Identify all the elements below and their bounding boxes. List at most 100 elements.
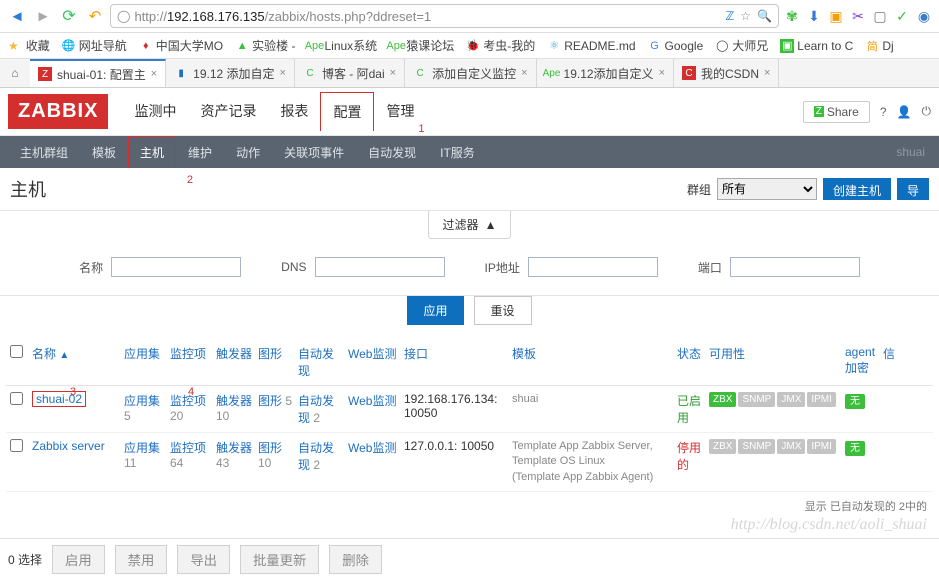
bulk-delete[interactable]: 删除 <box>329 545 382 574</box>
sm-hostgroups[interactable]: 主机群组 <box>8 136 80 169</box>
filter-toggle[interactable]: 过滤器▲ <box>428 211 512 239</box>
bm-github[interactable]: ◯大师兄 <box>715 37 768 54</box>
graph-link[interactable]: 图形 <box>258 394 282 408</box>
csdn-icon: C <box>682 66 696 80</box>
ext1-icon[interactable]: ✓ <box>893 7 911 25</box>
web-link[interactable]: Web监测 <box>346 439 402 456</box>
c-icon: C <box>413 66 427 80</box>
csdn-icon[interactable]: ℤ <box>725 9 734 23</box>
zabbix-header: ZABBIX 监测中 资产记录 报表 配置 管理1 ZShare ? 👤 ⏻ <box>0 88 939 136</box>
bookmarks-fav[interactable]: ★收藏 <box>8 37 50 54</box>
select-all-checkbox[interactable] <box>10 345 23 358</box>
sm-templates[interactable]: 模板 <box>80 136 128 169</box>
filter-port-input[interactable] <box>730 257 860 277</box>
tmpl-link[interactable]: Template App Zabbix Server, Template OS … <box>510 439 675 485</box>
close-icon[interactable]: × <box>764 67 770 79</box>
shelf-icon[interactable]: ▣ <box>827 7 845 25</box>
back-button[interactable]: ◄ <box>6 5 28 27</box>
doc-icon: ▮ <box>174 66 188 80</box>
create-host-button[interactable]: 创建主机 <box>823 178 891 200</box>
close-icon[interactable]: × <box>390 67 396 79</box>
bm-forum[interactable]: Ape猿课论坛 <box>389 37 454 54</box>
scissors-icon[interactable]: ✂ <box>849 7 867 25</box>
group-select[interactable]: 所有 <box>717 178 817 200</box>
app-link[interactable]: 应用集 <box>124 441 160 455</box>
url-bar[interactable]: ◯ http://192.168.176.135/zabbix/hosts.ph… <box>110 4 779 28</box>
sm-discovery[interactable]: 自动发现 <box>356 136 428 169</box>
star-icon[interactable]: ☆ <box>740 9 751 23</box>
bm-readme[interactable]: ⚛README.md <box>547 39 635 53</box>
close-icon[interactable]: × <box>521 67 527 79</box>
item-link[interactable]: 监控项 <box>170 441 206 455</box>
item-link[interactable]: 监控项 20 <box>170 394 206 423</box>
logout-icon[interactable]: ⏻ <box>922 104 932 119</box>
sm-services[interactable]: IT服务 <box>428 136 487 169</box>
help-icon[interactable]: ? <box>880 105 887 119</box>
zabbix-icon: Z <box>814 106 824 117</box>
menu-inventory[interactable]: 资产记录 <box>188 92 268 131</box>
bulk-enable[interactable]: 启用 <box>52 545 105 574</box>
page-title: 主机 <box>10 176 46 202</box>
bulk-update[interactable]: 批量更新 <box>240 545 319 574</box>
reload-button[interactable]: ⟳ <box>58 5 80 27</box>
sm-maintenance[interactable]: 维护 <box>176 136 224 169</box>
filter-ip-input[interactable] <box>528 257 658 277</box>
web-link[interactable]: Web监测 <box>346 392 402 409</box>
row-checkbox[interactable] <box>10 392 23 405</box>
filter-name-input[interactable] <box>111 257 241 277</box>
app-link[interactable]: 应用集 <box>124 394 160 408</box>
bm-lab[interactable]: ▲实验楼 - <box>235 37 295 54</box>
bm-linux[interactable]: ApeLinux系统 <box>307 37 377 54</box>
close-icon[interactable]: × <box>151 68 157 80</box>
graph-link[interactable]: 图形 <box>258 441 282 455</box>
bm-google[interactable]: GGoogle <box>648 39 704 53</box>
menu-monitoring[interactable]: 监测中 <box>122 92 188 131</box>
share-button[interactable]: ZShare <box>803 101 870 123</box>
import-button[interactable]: 导 <box>897 178 929 200</box>
tmpl-link[interactable]: shuai <box>510 392 675 407</box>
host-link[interactable]: shuai-02 <box>32 391 86 407</box>
forward-button[interactable]: ► <box>32 5 54 27</box>
reset-button[interactable]: 重设 <box>474 296 532 325</box>
host-link[interactable]: Zabbix server <box>30 439 122 453</box>
col-name[interactable]: 名称 ▲ <box>30 345 122 362</box>
tab-5[interactable]: C我的CSDN× <box>674 59 779 87</box>
tab-0[interactable]: Zshuai-01: 配置主× <box>30 59 166 87</box>
download-icon[interactable]: ⬇ <box>805 7 823 25</box>
sm-actions[interactable]: 动作 <box>224 136 272 169</box>
zabbix-logo[interactable]: ZABBIX <box>8 94 108 129</box>
sm-correlation[interactable]: 关联项事件 <box>272 136 356 169</box>
menu-configuration[interactable]: 配置 <box>320 92 374 131</box>
home-tab[interactable]: ⌂ <box>0 59 30 87</box>
bm-mooc[interactable]: ♦中国大学MO <box>139 37 223 54</box>
user-icon[interactable]: 👤 <box>897 105 912 119</box>
bm-dj[interactable]: 简Dj <box>865 39 893 53</box>
col-status[interactable]: 状态 <box>675 345 707 362</box>
menu-admin[interactable]: 管理1 <box>374 92 426 131</box>
bm-nav[interactable]: 🌐网址导航 <box>62 37 127 54</box>
trig-link[interactable]: 触发器 <box>216 441 252 455</box>
row-checkbox[interactable] <box>10 439 23 452</box>
bm-kch[interactable]: 🐞考虫-我的 <box>466 37 535 54</box>
status-toggle[interactable]: 停用的 <box>675 439 707 473</box>
bm-learn[interactable]: ▣Learn to C <box>780 39 853 53</box>
tab-3[interactable]: C添加自定义监控× <box>405 59 536 87</box>
bulk-export[interactable]: 导出 <box>177 545 230 574</box>
recovery-button[interactable]: ↶ <box>84 5 106 27</box>
ext2-icon[interactable]: ◉ <box>915 7 933 25</box>
close-icon[interactable]: × <box>280 67 286 79</box>
menu-reports[interactable]: 报表 <box>268 92 320 131</box>
search-icon[interactable]: 🔍 <box>757 9 772 23</box>
tab-2[interactable]: C博客 - 阿dai× <box>295 59 405 87</box>
apply-button[interactable]: 应用 <box>407 296 463 325</box>
filter-dns-input[interactable] <box>315 257 445 277</box>
status-toggle[interactable]: 已启用 <box>675 392 707 426</box>
trig-link[interactable]: 触发器 <box>216 394 252 408</box>
bulk-disable[interactable]: 禁用 <box>115 545 168 574</box>
sm-hosts[interactable]: 主机2 <box>128 136 176 168</box>
close-icon[interactable]: × <box>659 67 665 79</box>
plus-icon[interactable]: ✾ <box>783 7 801 25</box>
tab-1[interactable]: ▮19.12 添加自定× <box>166 59 295 87</box>
tab-4[interactable]: Ape19.12添加自定义× <box>537 59 674 87</box>
panel-icon[interactable]: ▢ <box>871 7 889 25</box>
